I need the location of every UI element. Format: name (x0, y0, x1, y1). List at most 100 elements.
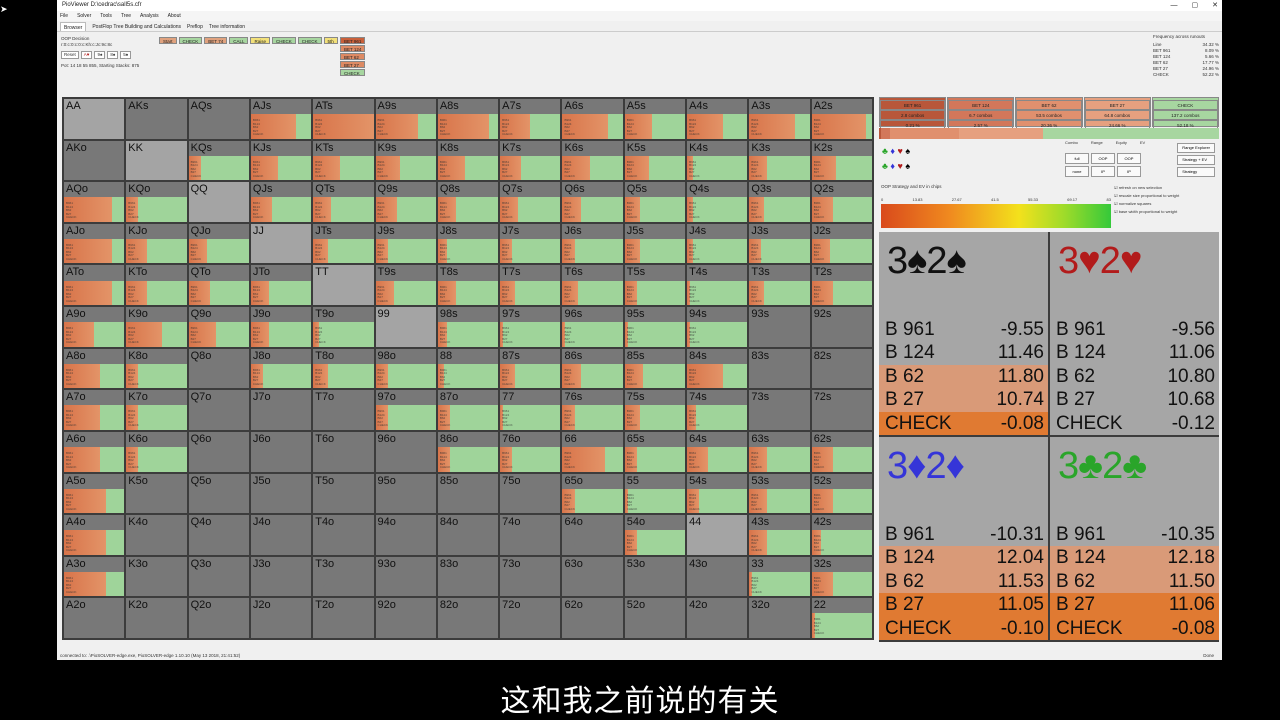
menu-solver[interactable]: Solver (77, 11, 91, 21)
hand-cell[interactable]: K2s B961 B124 B62 B27 CHECK (811, 140, 872, 181)
hand-cell[interactable]: A3o B961 B124 B62 B27 CHECK (64, 556, 125, 597)
hand-cell[interactable]: K6s B961 B124 B62 B27 CHECK (562, 140, 623, 181)
combo-card[interactable]: 3♦2♦ B 961 -10.31 B 124 12.04 B 62 11.53 B 27 11… (879, 437, 1048, 640)
hand-cell[interactable]: Q4s B961 B124 B62 B27 CHECK (687, 182, 748, 222)
hand-cell[interactable]: 76s B961 B124 B62 B27 CHECK (562, 390, 623, 430)
hand-cell[interactable]: A4s B961 B124 B62 B27 CHECK (687, 99, 748, 139)
hand-cell[interactable]: T3s B961 B124 B62 B27 CHECK (749, 265, 810, 306)
hand-cell[interactable]: T5s B961 B124 B62 B27 CHECK (624, 265, 686, 306)
hand-cell[interactable]: T3o (313, 556, 374, 597)
hand-cell[interactable]: K9s B961 B124 B62 B27 CHECK (375, 140, 436, 181)
menu-analysis[interactable]: Analysis (140, 11, 159, 21)
hand-cell[interactable]: QQ (188, 182, 249, 222)
combo-card[interactable]: 3♣2♣ B 961 -10.35 B 124 12.18 B 62 11.50 B 27 11… (1050, 437, 1219, 640)
hand-cell[interactable]: 95s B961 B124 B62 B27 CHECK (624, 307, 686, 347)
hand-cell[interactable]: AJs B961 B124 B62 B27 CHECK (250, 99, 312, 139)
hand-cell[interactable]: 92o (375, 598, 436, 638)
equity-oop-button[interactable]: OOP (1117, 153, 1141, 164)
tab-postflop[interactable]: PostFlop Tree Building and Calculations (92, 22, 181, 31)
strategy-ev-select[interactable]: Strategy + EV (1177, 155, 1215, 165)
hand-cell[interactable]: K4o (126, 515, 187, 555)
board-card[interactable]: 5♠ (120, 51, 132, 59)
hand-cell[interactable]: Q2s B961 B124 B62 B27 CHECK (811, 182, 872, 222)
hand-cell[interactable]: 72o (500, 598, 561, 638)
hand-cell[interactable]: 92s (811, 307, 872, 347)
hand-cell[interactable]: J4s B961 B124 B62 B27 CHECK (687, 223, 748, 264)
maximize-icon[interactable]: ▢ (1192, 0, 1199, 11)
hand-cell[interactable]: T9o B961 B124 B62 B27 CHECK (313, 307, 374, 347)
hand-cell[interactable]: 73s (749, 390, 810, 430)
hand-cell[interactable]: K6o B961 B124 B62 B27 CHECK (126, 431, 187, 472)
hand-cell[interactable]: 52s B961 B124 B62 B27 CHECK (811, 473, 872, 514)
action-option[interactable]: BET 27 (340, 61, 366, 68)
hand-cell[interactable]: 62s B961 B124 B62 B27 CHECK (811, 431, 872, 472)
hand-cell[interactable]: J3s B961 B124 B62 B27 CHECK (749, 223, 810, 264)
hand-cell[interactable]: J3o (250, 556, 312, 597)
hand-cell[interactable]: 95o (375, 473, 436, 514)
hand-cell[interactable]: 22 B961 B124 B62 B27 CHECK (811, 598, 872, 638)
hand-cell[interactable]: T6o (313, 431, 374, 472)
hand-cell[interactable]: 93s (749, 307, 810, 347)
hand-cell[interactable]: QJs B961 B124 B62 B27 CHECK (250, 182, 312, 222)
combo-card[interactable]: 3♥2♥ B 961 -9.56 B 124 11.06 B 62 10.80 B 27 10.… (1050, 232, 1219, 435)
tab-browser[interactable]: Browser (60, 22, 87, 31)
hand-cell[interactable]: 53o (624, 556, 686, 597)
summary-bet-124[interactable]: BET 124 6.7 combos 2.57 % (947, 97, 1015, 130)
hand-cell[interactable]: Q6o (188, 431, 249, 472)
action-history-item[interactable]: CHECK (178, 37, 203, 44)
equity-ip-button[interactable]: IP (1117, 166, 1141, 177)
action-history-item[interactable]: CHECK (297, 37, 322, 44)
hand-cell[interactable]: Q6s B961 B124 B62 B27 CHECK (562, 182, 623, 222)
hand-cell[interactable]: J8s B961 B124 B62 B27 CHECK (437, 223, 499, 264)
menu-about[interactable]: About (168, 11, 181, 21)
hand-cell[interactable]: J9s B961 B124 B62 B27 CHECK (375, 223, 436, 264)
hand-cell[interactable]: A9o B961 B124 B62 B27 CHECK (64, 307, 125, 347)
hand-cell[interactable]: JJ (250, 223, 312, 264)
hand-cell[interactable]: A9s B961 B124 B62 B27 CHECK (375, 99, 436, 139)
hand-cell[interactable]: Q5s B961 B124 B62 B27 CHECK (624, 182, 686, 222)
hand-cell[interactable]: 94o (375, 515, 436, 555)
summary-check[interactable]: CHECK 137.2 combos 52.18 % (1151, 97, 1220, 130)
hand-cell[interactable]: 76o B961 B124 B62 B27 CHECK (500, 431, 561, 472)
hand-cell[interactable]: 98o B961 B124 B62 B27 CHECK (375, 348, 436, 389)
hand-cell[interactable]: Q8s B961 B124 B62 B27 CHECK (437, 182, 499, 222)
hand-cell[interactable]: KJo B961 B124 B62 B27 CHECK (126, 223, 187, 264)
hand-cell[interactable]: 84o (437, 515, 499, 555)
hand-cell[interactable]: 63o (562, 556, 623, 597)
hand-cell[interactable]: T5o (313, 473, 374, 514)
hand-cell[interactable]: A6s B961 B124 B62 B27 CHECK (562, 99, 623, 139)
hand-cell[interactable]: 43o (687, 556, 748, 597)
club-icon[interactable]: ♣ (882, 146, 888, 156)
action-option[interactable]: BET 124 (340, 45, 366, 52)
hand-cell[interactable]: J6o (250, 431, 312, 472)
hand-cell[interactable]: J4o (250, 515, 312, 555)
hand-cell[interactable]: A3s B961 B124 B62 B27 CHECK (749, 99, 810, 139)
summary-bet-961[interactable]: BET 961 2.8 combos 0.21 % (879, 97, 947, 130)
hand-cell[interactable]: 73o (500, 556, 561, 597)
hand-cell[interactable]: 53s B961 B124 B62 B27 CHECK (749, 473, 810, 514)
hand-cell[interactable]: 64s B961 B124 B62 B27 CHECK (687, 431, 748, 472)
hand-cell[interactable]: 64o (562, 515, 623, 555)
action-history-item[interactable]: CHECK (272, 37, 296, 44)
action-history-item[interactable]: Start (159, 37, 177, 44)
hand-cell[interactable]: Q3o (188, 556, 249, 597)
hand-cell[interactable]: Q9s B961 B124 B62 B27 CHECK (375, 182, 436, 222)
hand-cell[interactable]: KTo B961 B124 B62 B27 CHECK (126, 265, 187, 306)
hand-cell[interactable]: A4o B961 B124 B62 B27 CHECK (64, 515, 125, 555)
hand-cell[interactable]: 75o (500, 473, 561, 514)
minimize-icon[interactable]: — (1171, 0, 1178, 11)
hand-cell[interactable]: 86s B961 B124 B62 B27 CHECK (562, 348, 623, 389)
hand-cell[interactable]: AQo B961 B124 B62 B27 CHECK (64, 182, 125, 222)
hand-cell[interactable]: 97s B961 B124 B62 B27 CHECK (500, 307, 561, 347)
hand-cell[interactable]: 82s (811, 348, 872, 389)
hand-cell[interactable]: 84s B961 B124 B62 B27 CHECK (687, 348, 748, 389)
hand-cell[interactable]: KTs B961 B124 B62 B27 CHECK (313, 140, 374, 181)
option-checkbox[interactable]: ☑ base width proportional to weight (1114, 208, 1179, 216)
hand-cell[interactable]: T7o (313, 390, 374, 430)
menu-tools[interactable]: Tools (100, 11, 112, 21)
hand-cell[interactable]: A6o B961 B124 B62 B27 CHECK (64, 431, 125, 472)
option-checkbox[interactable]: ☑ refresh on new selection (1114, 184, 1179, 192)
hand-cell[interactable]: AKs (126, 99, 187, 139)
hand-cell[interactable]: K8o B961 B124 B62 B27 CHECK (126, 348, 187, 389)
hand-cell[interactable]: ATo B961 B124 B62 B27 CHECK (64, 265, 125, 306)
